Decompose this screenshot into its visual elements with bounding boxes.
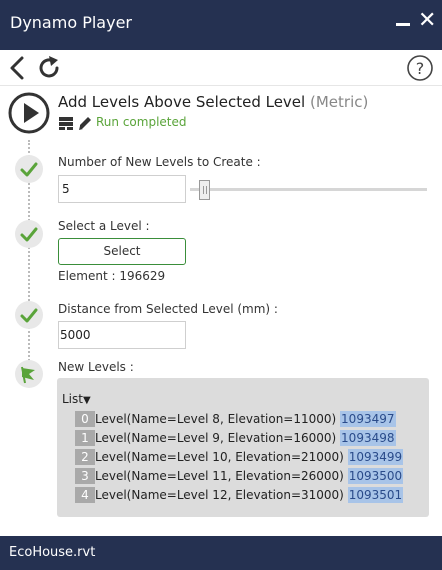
list-item-index: 3 <box>75 468 95 484</box>
minimize-icon[interactable] <box>394 14 410 34</box>
list-item: 4 Level(Name=Level 12, Elevation=31000) 1… <box>75 487 404 505</box>
window-title: Dynamo Player <box>10 13 132 32</box>
edit-icon[interactable] <box>77 115 93 131</box>
list-item-id[interactable]: 1093501 <box>347 487 404 503</box>
chevron-down-icon: ▼ <box>82 395 91 406</box>
element-id-text: Element : 196629 <box>58 269 166 283</box>
list-item-index: 0 <box>75 411 95 427</box>
title-bar: Dynamo Player ✕ <box>0 0 442 50</box>
output-list-panel: List▼ 0 Level(Name=Level 8, Elevation=110… <box>57 378 429 517</box>
flag-icon <box>15 360 43 388</box>
close-icon[interactable]: ✕ <box>418 8 438 34</box>
help-label: ? <box>416 59 425 78</box>
graph-title-text: Add Levels Above Selected Level <box>58 93 306 111</box>
status-bar: EcoHouse.rvt <box>0 536 442 570</box>
distance-label: Distance from Selected Level (mm) : <box>58 302 278 316</box>
graph-header: Add Levels Above Selected Level (Metric)… <box>0 90 442 138</box>
graph-title-suffix: (Metric) <box>310 93 369 111</box>
levels-input[interactable] <box>58 175 186 203</box>
toolbar: ? <box>0 50 442 86</box>
list-label: List <box>62 392 83 406</box>
list-item-value: Level(Name=Level 12, Elevation=31000) <box>95 488 344 502</box>
levels-label: Number of New Levels to Create : <box>58 155 261 169</box>
document-name: EcoHouse.rvt <box>9 545 96 560</box>
list-toggle[interactable]: List▼ <box>62 392 91 406</box>
select-level-button[interactable]: Select <box>58 238 186 265</box>
output-label: New Levels : <box>58 360 134 374</box>
check-icon <box>15 155 43 183</box>
list-item-value: Level(Name=Level 10, Elevation=21000) <box>95 450 344 464</box>
list-item: 0 Level(Name=Level 8, Elevation=11000) 10… <box>75 411 396 429</box>
list-item: 2 Level(Name=Level 10, Elevation=21000) 1… <box>75 449 404 467</box>
list-item-index: 1 <box>75 430 95 446</box>
level-label: Select a Level : <box>58 219 150 233</box>
graph-icon[interactable] <box>58 115 74 131</box>
list-item: 1 Level(Name=Level 9, Elevation=16000) 10… <box>75 430 396 448</box>
levels-slider-track[interactable] <box>190 188 427 191</box>
list-item-index: 4 <box>75 487 95 503</box>
distance-input[interactable] <box>58 321 186 349</box>
refresh-icon[interactable] <box>36 55 62 81</box>
check-icon <box>15 220 43 248</box>
list-item-id[interactable]: 1093497 <box>340 411 396 427</box>
list-item-value: Level(Name=Level 8, Elevation=11000) <box>95 412 337 426</box>
list-item-id[interactable]: 1093499 <box>347 449 404 465</box>
list-item-index: 2 <box>75 449 95 465</box>
list-item: 3 Level(Name=Level 11, Elevation=26000) 1… <box>75 468 404 486</box>
graph-title: Add Levels Above Selected Level (Metric) <box>58 93 368 111</box>
list-item-id[interactable]: 1093498 <box>340 430 396 446</box>
check-icon <box>15 301 43 329</box>
help-icon[interactable]: ? <box>406 54 434 82</box>
list-item-id[interactable]: 1093500 <box>347 468 404 484</box>
play-icon[interactable] <box>8 92 50 134</box>
list-item-value: Level(Name=Level 9, Elevation=16000) <box>95 431 337 445</box>
run-status: Run completed <box>96 115 187 129</box>
list-item-value: Level(Name=Level 11, Elevation=26000) <box>95 469 344 483</box>
levels-slider-thumb[interactable] <box>199 180 210 200</box>
back-arrow-icon[interactable] <box>6 55 32 81</box>
